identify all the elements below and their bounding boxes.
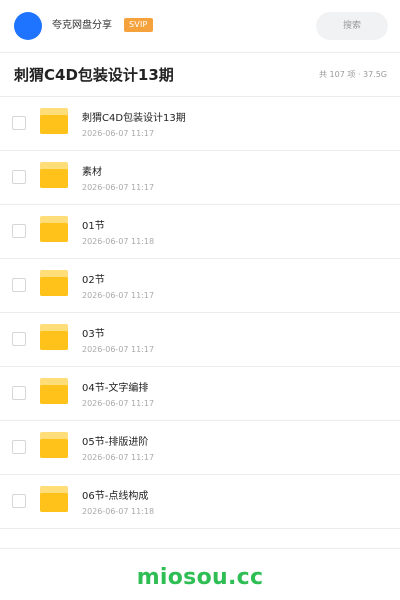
file-date: 2026-06-07 11:17 <box>82 453 155 462</box>
file-row[interactable]: 02节 2026-06-07 11:17 <box>0 259 400 313</box>
file-name: 03节 <box>82 329 105 340</box>
folder-icon <box>40 324 68 350</box>
select-checkbox[interactable] <box>12 116 26 130</box>
file-row[interactable]: 05节-排版进阶 2026-06-07 11:17 <box>0 421 400 475</box>
file-name: 01节 <box>82 221 105 232</box>
select-checkbox[interactable] <box>12 170 26 184</box>
file-summary: 共 107 项 · 37.5G <box>319 70 387 79</box>
file-name: 06节-点线构成 <box>82 491 149 502</box>
file-date: 2026-06-07 11:17 <box>82 129 155 138</box>
file-name: 02节 <box>82 275 105 286</box>
page-title: 刺猬C4D包装设计13期 <box>14 66 174 84</box>
folder-icon <box>40 378 68 404</box>
file-date: 2026-06-07 11:17 <box>82 399 155 408</box>
file-list: 刺猬C4D包装设计13期 2026-06-07 11:17 素材 2026-06… <box>0 97 400 529</box>
folder-icon <box>40 270 68 296</box>
avatar[interactable] <box>14 12 42 40</box>
folder-icon <box>40 486 68 512</box>
select-checkbox[interactable] <box>12 386 26 400</box>
select-checkbox[interactable] <box>12 440 26 454</box>
file-date: 2026-06-07 11:17 <box>82 291 155 300</box>
select-checkbox[interactable] <box>12 332 26 346</box>
file-row[interactable]: 01节 2026-06-07 11:18 <box>0 205 400 259</box>
select-checkbox[interactable] <box>12 494 26 508</box>
file-row[interactable]: 04节-文字编排 2026-06-07 11:17 <box>0 367 400 421</box>
file-date: 2026-06-07 11:17 <box>82 345 155 354</box>
file-name: 05节-排版进阶 <box>82 437 149 448</box>
file-row[interactable]: 06节-点线构成 2026-06-07 11:18 <box>0 475 400 529</box>
folder-icon <box>40 162 68 188</box>
site-watermark: miosou.cc <box>136 565 264 590</box>
select-checkbox[interactable] <box>12 224 26 238</box>
folder-icon <box>40 216 68 242</box>
file-row[interactable]: 03节 2026-06-07 11:17 <box>0 313 400 367</box>
select-checkbox[interactable] <box>12 278 26 292</box>
folder-icon <box>40 432 68 458</box>
share-owner-name: 夸克网盘分享 <box>52 20 112 31</box>
file-row[interactable]: 素材 2026-06-07 11:17 <box>0 151 400 205</box>
top-header: 夸克网盘分享 SVIP 搜索 <box>0 0 400 53</box>
footer-divider <box>0 548 400 549</box>
file-date: 2026-06-07 11:18 <box>82 237 155 246</box>
file-date: 2026-06-07 11:18 <box>82 507 155 516</box>
search-button[interactable]: 搜索 <box>316 12 388 40</box>
svip-badge: SVIP <box>124 18 153 32</box>
title-bar: 刺猬C4D包装设计13期 共 107 项 · 37.5G <box>0 53 400 97</box>
file-row[interactable]: 刺猬C4D包装设计13期 2026-06-07 11:17 <box>0 97 400 151</box>
folder-icon <box>40 108 68 134</box>
file-date: 2026-06-07 11:17 <box>82 183 155 192</box>
file-name: 刺猬C4D包装设计13期 <box>82 113 186 124</box>
file-name: 04节-文字编排 <box>82 383 149 394</box>
file-name: 素材 <box>82 167 102 178</box>
